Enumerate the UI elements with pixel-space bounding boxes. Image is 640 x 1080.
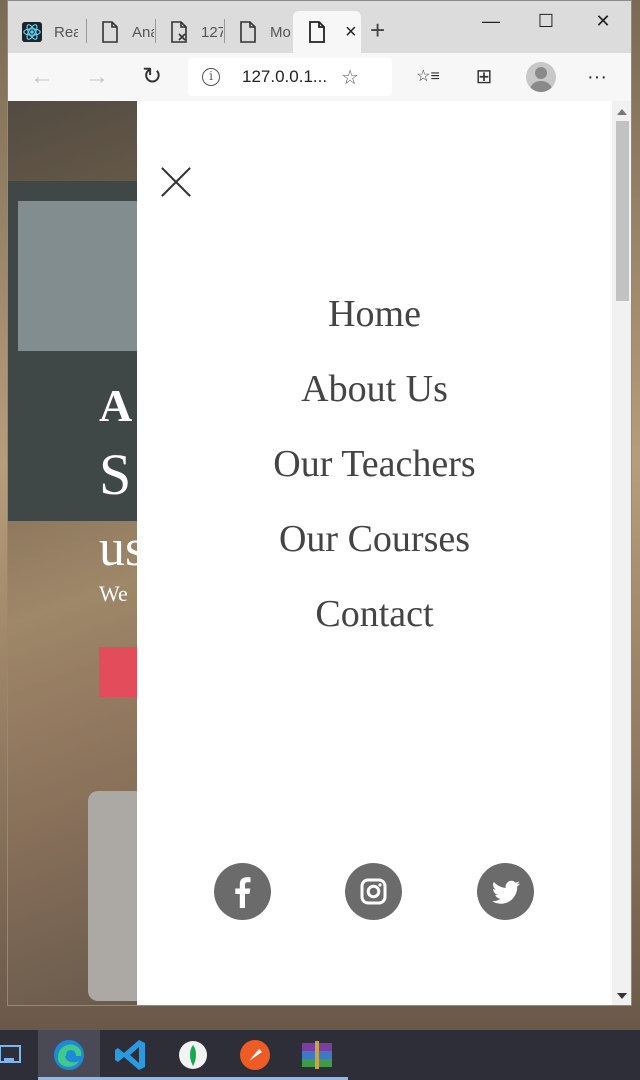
close-window-button[interactable]: ✕ (583, 9, 623, 33)
mongodb-compass-icon (179, 1041, 207, 1069)
tab-mo[interactable]: Mo (224, 11, 294, 53)
nav-item-our-courses[interactable]: Our Courses (137, 512, 612, 587)
nav-list: Home About Us Our Teachers Our Courses C… (137, 287, 612, 662)
hero-banner: A S us We (8, 101, 159, 1005)
hero-heading-line-2: S (99, 442, 132, 507)
page-error-icon (171, 21, 187, 43)
tab-react[interactable]: Rea (8, 11, 90, 53)
twitter-icon (492, 880, 520, 904)
new-tab-button[interactable]: + (370, 15, 385, 46)
scroll-up-arrow-icon[interactable] (617, 109, 627, 115)
profile-avatar[interactable] (526, 62, 556, 92)
side-nav-menu: Home About Us Our Teachers Our Courses C… (137, 101, 612, 1005)
taskbar-vscode[interactable] (100, 1030, 162, 1080)
scroll-thumb[interactable] (616, 121, 629, 301)
collections-icon[interactable]: ⊞ (470, 63, 498, 91)
nav-item-home[interactable]: Home (137, 287, 612, 362)
react-icon (22, 22, 42, 42)
tab-strip: Rea Ana 127 Mo (8, 1, 631, 53)
twitter-link[interactable] (477, 863, 534, 920)
hero-heading-line-1: A (99, 380, 133, 431)
task-view-icon (0, 1045, 21, 1063)
facebook-icon (235, 877, 251, 908)
social-links (137, 863, 612, 921)
page-icon (102, 21, 118, 43)
scroll-down-arrow-icon[interactable] (617, 993, 627, 999)
nav-item-about-us[interactable]: About Us (137, 362, 612, 437)
favorites-icon[interactable]: ☆≡ (414, 63, 442, 91)
address-url[interactable]: 127.0.0.1... (242, 67, 327, 87)
instagram-link[interactable] (345, 863, 402, 920)
tab-label: Mo (270, 23, 291, 41)
winrar-icon (302, 1041, 332, 1069)
minimize-button[interactable]: — (471, 9, 511, 33)
forward-button[interactable]: → (81, 61, 113, 93)
windows-taskbar (0, 1030, 640, 1080)
vscode-icon (115, 1040, 145, 1070)
more-menu-icon[interactable]: ··· (583, 63, 611, 91)
tab-label: 127 (201, 23, 223, 41)
tab-label: Rea (54, 23, 78, 41)
maximize-button[interactable]: ☐ (526, 9, 566, 33)
taskbar-edge[interactable] (38, 1030, 100, 1080)
page-viewport: A S us We Home About Us Our Teachers Our… (8, 101, 631, 1005)
close-menu-icon[interactable] (159, 165, 193, 199)
address-bar[interactable]: i 127.0.0.1... ☆ (188, 58, 392, 96)
back-button[interactable]: ← (26, 61, 58, 93)
tab-active[interactable]: × (293, 11, 361, 53)
facebook-link[interactable] (214, 863, 271, 920)
edge-icon (54, 1040, 84, 1070)
taskbar-task-view[interactable] (0, 1030, 28, 1080)
taskbar-postman[interactable] (224, 1030, 286, 1080)
instagram-icon (360, 878, 387, 905)
tab-localhost-error[interactable]: 127 (155, 11, 225, 53)
nav-item-our-teachers[interactable]: Our Teachers (137, 437, 612, 512)
nav-item-contact[interactable]: Contact (137, 587, 612, 662)
hero-subheading: We (99, 581, 128, 606)
browser-window: Rea Ana 127 Mo (7, 0, 632, 1006)
tab-analytics[interactable]: Ana (86, 11, 156, 53)
tab-label: Ana (132, 23, 154, 41)
postman-icon (240, 1040, 270, 1070)
page-icon (309, 21, 325, 43)
taskbar-mongodb-compass[interactable] (162, 1030, 224, 1080)
browser-toolbar: ← → ↻ i 127.0.0.1... ☆ ☆≡ ⊞ ··· (8, 53, 631, 101)
tab-close-icon[interactable]: × (345, 21, 357, 44)
refresh-button[interactable]: ↻ (136, 61, 168, 93)
add-favorite-icon[interactable]: ☆ (341, 65, 359, 90)
page-scrollbar[interactable] (612, 101, 631, 1005)
page-icon (240, 21, 256, 43)
taskbar-winrar[interactable] (286, 1030, 348, 1080)
site-info-icon[interactable]: i (202, 68, 220, 86)
